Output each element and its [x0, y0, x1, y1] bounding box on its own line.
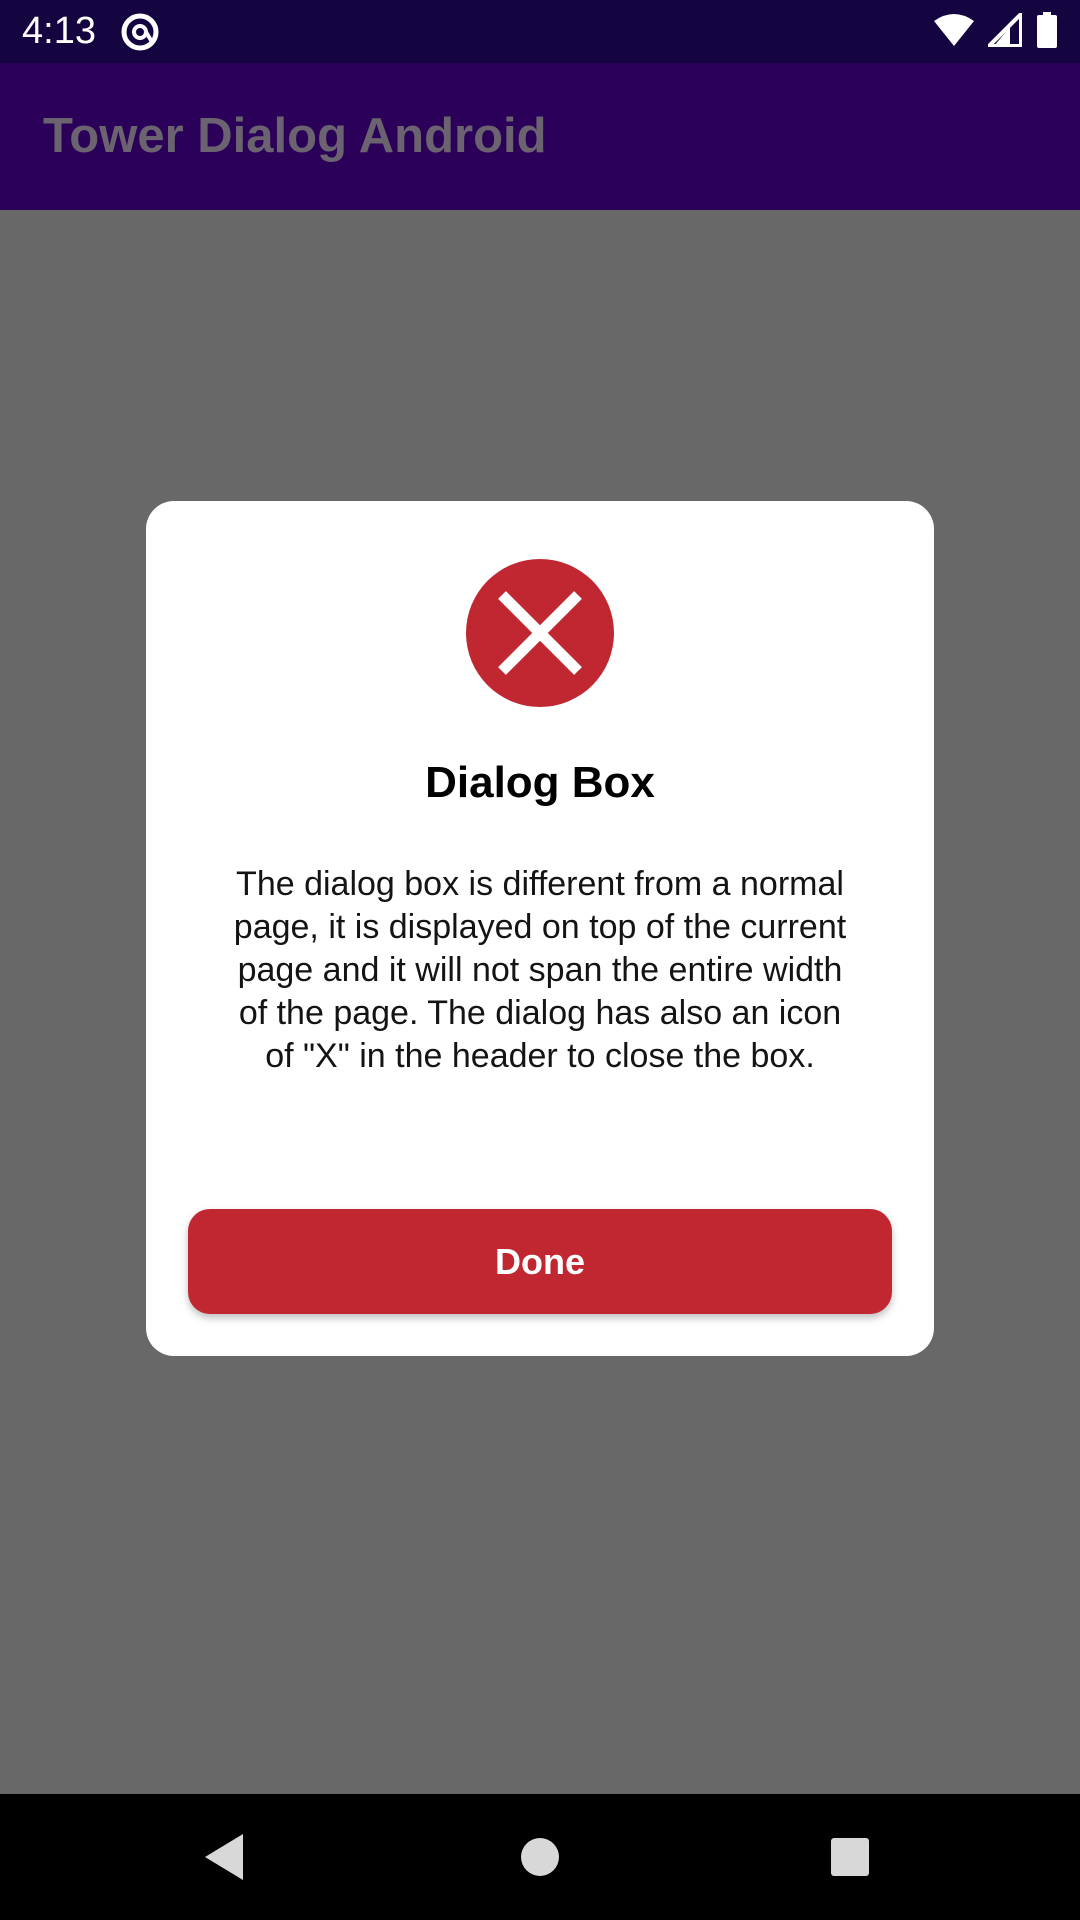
at-sign-icon — [120, 12, 160, 52]
wifi-icon — [934, 13, 974, 52]
app-bar: Tower Dialog Android — [0, 63, 1080, 210]
home-icon[interactable] — [505, 1822, 575, 1892]
back-icon[interactable] — [190, 1822, 260, 1892]
status-time: 4:13 — [22, 10, 96, 52]
signal-icon — [987, 11, 1023, 52]
navigation-bar — [0, 1794, 1080, 1920]
dialog-message: The dialog box is different from a norma… — [233, 865, 847, 1075]
close-circle-icon[interactable] — [466, 559, 614, 707]
status-bar: 4:13 — [0, 0, 1080, 63]
battery-icon — [1036, 11, 1058, 53]
app-title: Tower Dialog Android — [43, 109, 547, 163]
dialog: Dialog Box The dialog box is different f… — [146, 501, 934, 1356]
done-button[interactable]: Done — [188, 1209, 892, 1314]
dialog-title: Dialog Box — [425, 758, 655, 807]
recents-icon[interactable] — [815, 1822, 885, 1892]
